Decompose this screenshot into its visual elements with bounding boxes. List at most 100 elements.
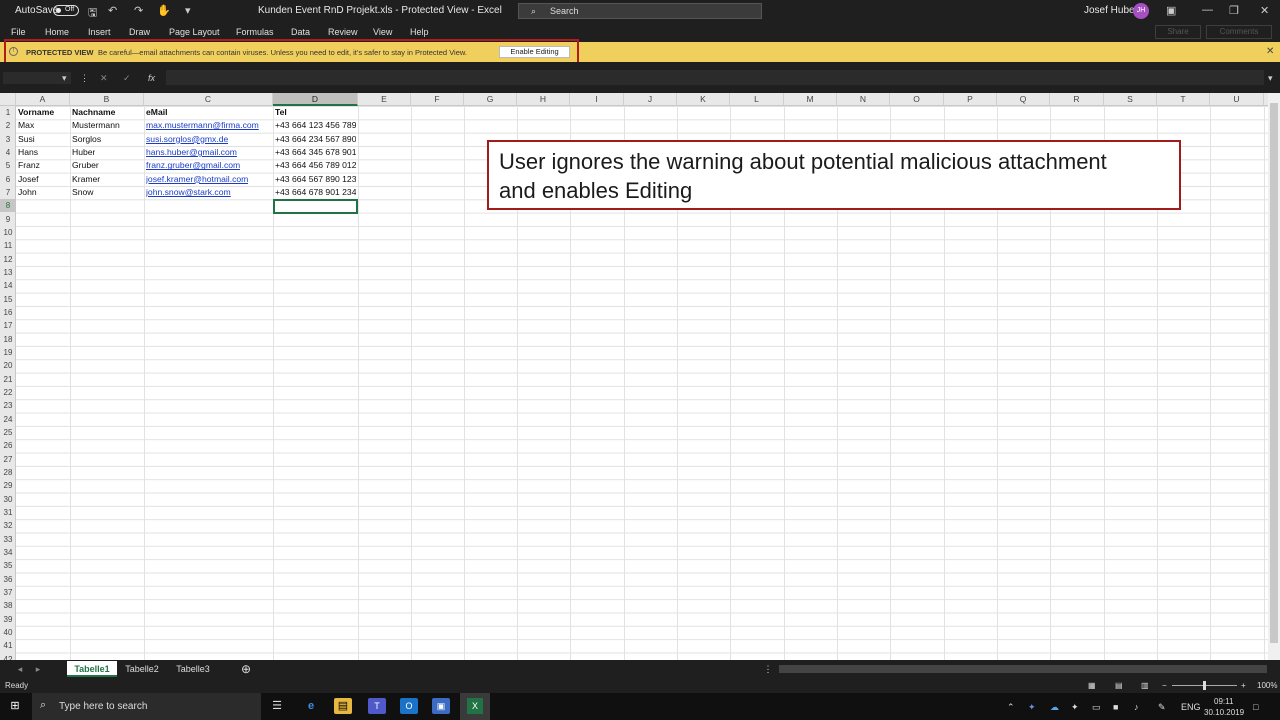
row-header[interactable]: 14	[0, 279, 16, 292]
row-header[interactable]: 33	[0, 533, 16, 546]
cell[interactable]: Kramer	[72, 173, 100, 186]
cell[interactable]: +43 664 567 890 123	[275, 173, 356, 186]
normal-view-icon[interactable]: ▦	[1088, 681, 1096, 690]
show-hidden-icons-icon[interactable]: ⌃	[1007, 702, 1015, 713]
row-header[interactable]: 17	[0, 319, 16, 332]
excel-taskbar-button[interactable]: X	[460, 693, 490, 720]
column-header[interactable]: P	[944, 93, 997, 106]
horizontal-scrollbar[interactable]	[779, 665, 1267, 673]
row-header[interactable]: 25	[0, 426, 16, 439]
zoom-level[interactable]: 100%	[1257, 681, 1277, 690]
cell[interactable]: Gruber	[72, 159, 99, 172]
cell[interactable]: +43 664 456 789 012	[275, 159, 356, 172]
outlook-icon[interactable]: O	[400, 698, 418, 714]
row-header[interactable]: 31	[0, 506, 16, 519]
row-header[interactable]: 32	[0, 519, 16, 532]
cell-email-link[interactable]: franz.gruber@gmail.com	[146, 159, 240, 172]
cell[interactable]: Snow	[72, 186, 94, 199]
row-header[interactable]: 13	[0, 266, 16, 279]
column-header[interactable]: I	[570, 93, 624, 106]
cell[interactable]: Susi	[18, 133, 35, 146]
close-icon[interactable]: ✕	[1260, 4, 1269, 17]
comments-button[interactable]: Comments	[1206, 25, 1272, 39]
remote-desktop-icon[interactable]: ▣	[432, 698, 450, 714]
redo-icon[interactable]: ↷	[134, 4, 143, 17]
row-header[interactable]: 20	[0, 359, 16, 372]
zoom-in-icon[interactable]: +	[1241, 681, 1246, 690]
cell-header[interactable]: Nachname	[72, 106, 115, 119]
row-header[interactable]: 16	[0, 306, 16, 319]
column-header[interactable]: G	[464, 93, 517, 106]
row-header[interactable]: 37	[0, 586, 16, 599]
close-warning-icon[interactable]: ✕	[1266, 46, 1274, 57]
input-language[interactable]: ENG	[1181, 702, 1201, 712]
tab-data[interactable]: Data	[291, 27, 310, 37]
cell-header[interactable]: eMail	[146, 106, 168, 119]
cell-email-link[interactable]: john.snow@stark.com	[146, 186, 231, 199]
row-header[interactable]: 15	[0, 293, 16, 306]
row-header[interactable]: 6	[0, 173, 16, 186]
cell-header[interactable]: Vorname	[18, 106, 54, 119]
column-header[interactable]: F	[411, 93, 464, 106]
row-header[interactable]: 9	[0, 213, 16, 226]
cell[interactable]: Huber	[72, 146, 95, 159]
row-header[interactable]: 24	[0, 413, 16, 426]
windows-start-icon[interactable]: ⊞	[6, 698, 24, 714]
avatar[interactable]: JH	[1133, 3, 1149, 19]
column-header-selected[interactable]: D	[273, 93, 358, 106]
autosave-toggle[interactable]: Off	[53, 5, 79, 16]
column-header[interactable]: J	[624, 93, 677, 106]
security-icon[interactable]: ✦	[1071, 702, 1079, 713]
expand-formula-icon[interactable]: ▾	[1268, 73, 1273, 84]
tab-file[interactable]: File	[11, 27, 26, 37]
enter-icon[interactable]: ✓	[123, 73, 131, 84]
teams-icon[interactable]: T	[368, 698, 386, 714]
column-header[interactable]: R	[1050, 93, 1104, 106]
zoom-slider-thumb[interactable]	[1203, 681, 1206, 690]
column-header[interactable]: T	[1157, 93, 1210, 106]
column-header[interactable]: C	[144, 93, 273, 106]
column-header[interactable]: U	[1210, 93, 1264, 106]
cell-email-link[interactable]: max.mustermann@firma.com	[146, 119, 272, 132]
row-header[interactable]: 18	[0, 333, 16, 346]
cell[interactable]: Mustermann	[72, 119, 120, 132]
row-header[interactable]: 22	[0, 386, 16, 399]
tab-insert[interactable]: Insert	[88, 27, 111, 37]
name-box[interactable]	[3, 72, 71, 84]
column-header[interactable]: M	[784, 93, 837, 106]
tab-home[interactable]: Home	[45, 27, 69, 37]
tab-formulas[interactable]: Formulas	[236, 27, 274, 37]
cell[interactable]: +43 664 345 678 901	[275, 146, 356, 159]
cell[interactable]: Josef	[18, 173, 39, 186]
cell[interactable]: John	[18, 186, 37, 199]
cell[interactable]: +43 664 234 567 890	[275, 133, 356, 146]
column-header[interactable]: K	[677, 93, 730, 106]
network-icon[interactable]: ■	[1113, 702, 1118, 712]
touch-mode-icon[interactable]: ✋	[157, 4, 171, 17]
file-explorer-icon[interactable]: ▤	[334, 698, 352, 714]
customize-toolbar-icon[interactable]: ▾	[185, 4, 191, 17]
minimize-icon[interactable]: —	[1202, 4, 1213, 16]
ribbon-display-icon[interactable]: ▣	[1166, 4, 1176, 17]
column-header[interactable]: A	[16, 93, 70, 106]
row-header[interactable]: 1	[0, 106, 16, 119]
column-header[interactable]: H	[517, 93, 570, 106]
restore-icon[interactable]: ❐	[1229, 4, 1239, 17]
tab-draw[interactable]: Draw	[129, 27, 150, 37]
cell[interactable]: Sorglos	[72, 133, 101, 146]
cell-email-link[interactable]: susi.sorglos@gmx.de	[146, 133, 228, 146]
tab-tabelle2[interactable]: Tabelle2	[120, 661, 164, 677]
vertical-scrollbar[interactable]	[1268, 93, 1280, 660]
row-header[interactable]: 40	[0, 626, 16, 639]
cell[interactable]: +43 664 678 901 234	[275, 186, 356, 199]
row-header[interactable]: 4	[0, 146, 16, 159]
row-header[interactable]: 11	[0, 239, 16, 252]
clock-date[interactable]: 30.10.2019	[1204, 708, 1244, 717]
share-button[interactable]: Share	[1155, 25, 1201, 39]
cell-email-link[interactable]: josef.kramer@hotmail.com	[146, 173, 248, 186]
column-header[interactable]: O	[890, 93, 944, 106]
row-header[interactable]: 5	[0, 159, 16, 172]
row-header[interactable]: 35	[0, 559, 16, 572]
onedrive-icon[interactable]: ☁	[1050, 702, 1059, 713]
row-header[interactable]: 41	[0, 639, 16, 652]
